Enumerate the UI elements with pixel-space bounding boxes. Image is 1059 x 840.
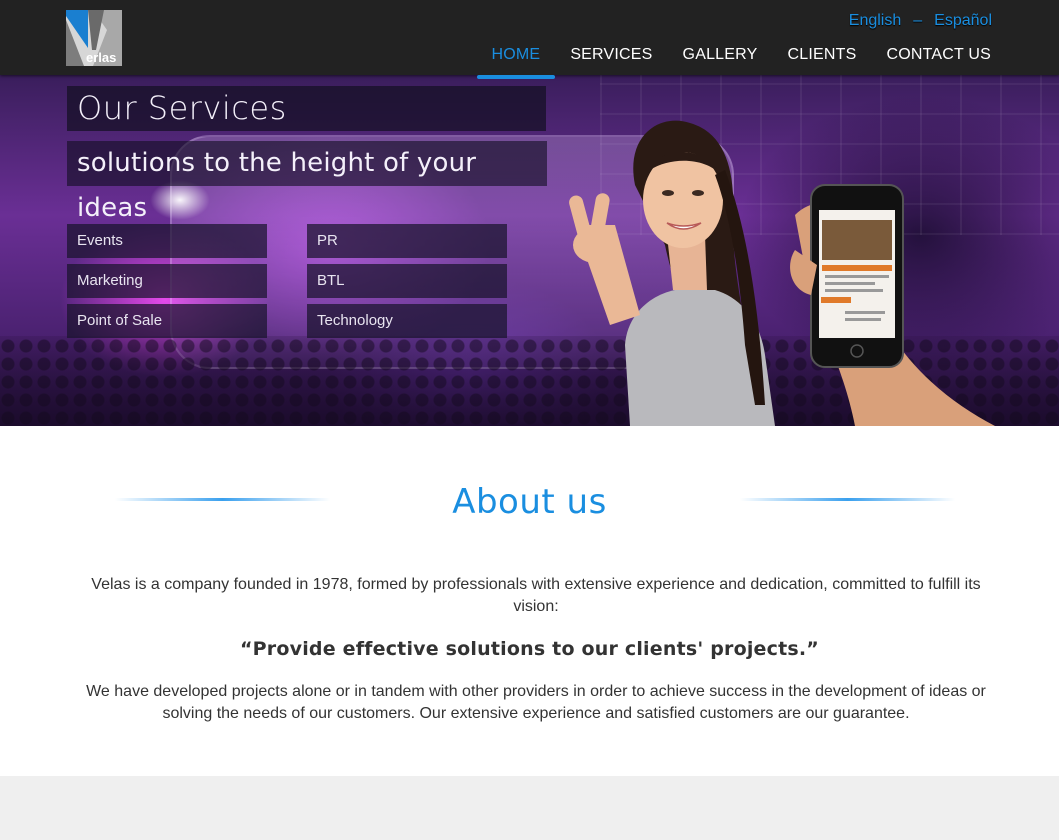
language-switcher: English – Español bbox=[849, 12, 992, 30]
footer-band bbox=[0, 776, 1059, 840]
about-quote: “Provide effective solutions to our clie… bbox=[239, 638, 819, 660]
hero-person-with-phone-image bbox=[569, 120, 995, 426]
nav-home[interactable]: HOME bbox=[476, 37, 556, 79]
about-paragraph-body: We have developed projects alone or in t… bbox=[86, 683, 986, 722]
velas-logo[interactable]: erlas bbox=[66, 10, 122, 66]
language-english-link[interactable]: English bbox=[849, 12, 901, 29]
hero-stage-light bbox=[150, 180, 210, 220]
nav-gallery[interactable]: GALLERY bbox=[668, 37, 773, 75]
main-nav: HOME SERVICES GALLERY CLIENTS CONTACT US bbox=[476, 37, 1007, 79]
hero-subtitle: solutions to the height of your ideas bbox=[67, 141, 547, 223]
nav-clients[interactable]: CLIENTS bbox=[772, 37, 871, 75]
about-paragraph-intro: Velas is a company founded in 1978, form… bbox=[91, 576, 981, 615]
logo-wordmark: erlas bbox=[86, 50, 116, 65]
nav-contact-us[interactable]: CONTACT US bbox=[871, 37, 1006, 75]
nav-services[interactable]: SERVICES bbox=[555, 37, 667, 75]
service-point-of-sale[interactable]: Point of Sale bbox=[67, 304, 267, 338]
service-marketing[interactable]: Marketing bbox=[67, 264, 267, 298]
service-events[interactable]: Events bbox=[67, 224, 267, 258]
language-spanish-link[interactable]: Español bbox=[934, 12, 992, 29]
service-technology[interactable]: Technology bbox=[307, 304, 507, 338]
service-pr[interactable]: PR bbox=[307, 224, 507, 258]
language-separator: – bbox=[913, 12, 923, 29]
site-header: erlas English – Español HOME SERVICES GALL… bbox=[0, 0, 1059, 79]
hero-title: Our Services bbox=[67, 86, 546, 131]
service-btl[interactable]: BTL bbox=[307, 264, 507, 298]
about-title: About us bbox=[452, 482, 607, 522]
